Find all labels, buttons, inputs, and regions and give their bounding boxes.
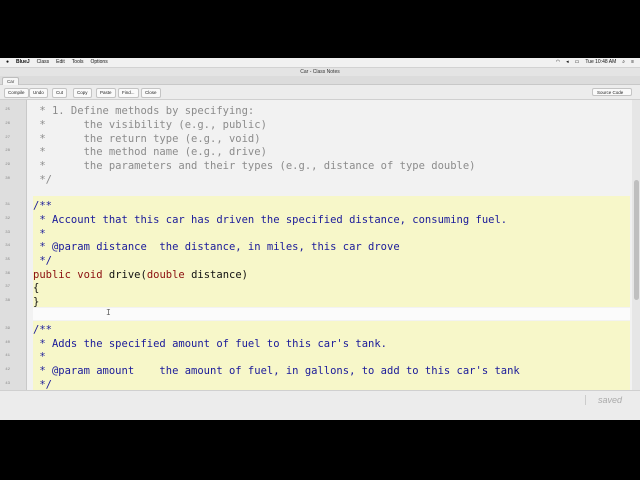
line-number: 39 [5, 327, 10, 331]
line-number: 43 [5, 382, 10, 386]
battery-icon[interactable]: ▭ [575, 58, 580, 67]
bluej-window: ● BlueJ Class Edit Tools Options ◠ ◂ ▭ T… [0, 58, 640, 420]
line-number: 40 [5, 341, 10, 345]
compile-button[interactable]: Compile [4, 88, 29, 98]
code-line: */ [33, 174, 52, 186]
code-line: public void drive(double distance) [33, 269, 248, 283]
line-number: 27 [5, 136, 10, 140]
menu-app-name[interactable]: BlueJ [16, 58, 30, 67]
tab-bar: Car [0, 76, 640, 85]
text-cursor-icon: I [106, 308, 111, 317]
line-number: 26 [5, 122, 10, 126]
window-title: Car - Class Notes [0, 68, 640, 76]
line-number: 35 [5, 258, 10, 262]
line-number: 28 [5, 149, 10, 153]
code-editor[interactable]: 25 * 1. Define methods by specifying: 26 … [0, 100, 640, 390]
code-line: * the parameters and their types (e.g., … [33, 160, 476, 172]
undo-button[interactable]: Undo [29, 88, 48, 98]
code-line: * the method name (e.g., drive) [33, 146, 267, 158]
line-number: 37 [5, 285, 10, 289]
saved-status: saved [584, 395, 622, 405]
code-line: * @param distance the distance, in miles… [33, 241, 400, 253]
line-number: 33 [5, 231, 10, 235]
close-button[interactable]: Close [141, 88, 161, 98]
menu-tools[interactable]: Tools [72, 58, 84, 67]
line-number: 31 [5, 203, 10, 207]
cut-button[interactable]: Cut [52, 88, 68, 98]
view-mode-select[interactable]: Source Code [592, 88, 632, 96]
search-icon[interactable]: ⌕ [622, 58, 625, 67]
keyword-public: public [33, 269, 71, 281]
line-number: 30 [5, 177, 10, 181]
blank-line-area [33, 308, 630, 320]
menu-class[interactable]: Class [37, 58, 50, 67]
keyword-double: double [146, 269, 185, 281]
code-line: /** [33, 324, 52, 336]
line-number: 42 [5, 368, 10, 372]
code-line: /** [33, 200, 52, 212]
code-line: } [33, 296, 40, 308]
menu-options[interactable]: Options [90, 58, 107, 67]
status-bar: saved [0, 390, 640, 420]
editor-toolbar: Compile Undo Cut Copy Paste Find... Clos… [0, 85, 640, 100]
volume-icon[interactable]: ◂ [566, 58, 569, 67]
macos-menubar: ● BlueJ Class Edit Tools Options ◠ ◂ ▭ T… [0, 58, 640, 68]
apple-menu-icon[interactable]: ● [6, 58, 9, 67]
code-line: */ [33, 379, 52, 390]
tab-car[interactable]: Car [2, 77, 20, 85]
menu-edit[interactable]: Edit [56, 58, 65, 67]
code-line: * [33, 351, 46, 363]
keyword-void: void [77, 269, 103, 281]
parameter-list: distance) [184, 269, 248, 281]
code-line: * Adds the specified amount of fuel to t… [33, 338, 388, 350]
code-line: * @param amount the amount of fuel, in g… [33, 365, 520, 377]
copy-button[interactable]: Copy [73, 88, 92, 98]
code-line: * the return type (e.g., void) [33, 133, 261, 145]
line-number: 38 [5, 299, 10, 303]
line-number: 29 [5, 163, 10, 167]
menu-list-icon[interactable]: ≡ [631, 58, 634, 67]
scrollbar-thumb[interactable] [634, 180, 639, 300]
find-button[interactable]: Find... [118, 88, 139, 98]
paste-button[interactable]: Paste [96, 88, 116, 98]
code-line: * Account that this car has driven the s… [33, 214, 508, 226]
wifi-icon[interactable]: ◠ [556, 58, 560, 67]
method-block-add-fuel [33, 321, 630, 390]
line-number: 25 [5, 108, 10, 112]
line-number: 34 [5, 244, 10, 248]
line-number: 36 [5, 272, 10, 276]
code-line: */ [33, 255, 52, 267]
menubar-clock[interactable]: Tue 10:48 AM [585, 58, 616, 67]
code-line: * [33, 228, 46, 240]
code-line: * 1. Define methods by specifying: [33, 105, 255, 117]
code-line: * the visibility (e.g., public) [33, 119, 267, 131]
line-number: 41 [5, 354, 10, 358]
code-line: { [33, 282, 40, 294]
line-number: 32 [5, 217, 10, 221]
method-name: drive( [102, 269, 147, 281]
vertical-scrollbar[interactable] [632, 100, 640, 390]
